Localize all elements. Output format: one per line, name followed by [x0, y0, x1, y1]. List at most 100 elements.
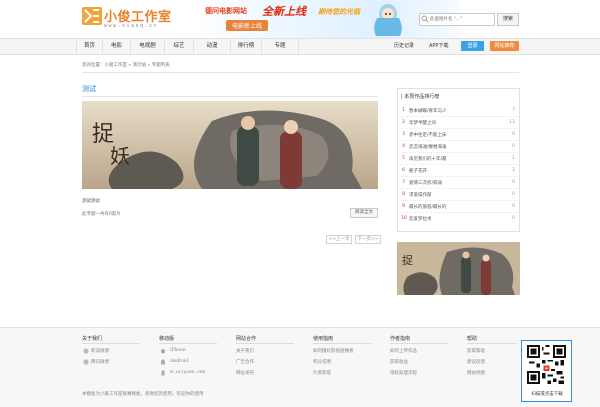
ranking-title-link[interactable]: 栀子花开 — [409, 168, 427, 174]
footer-link-iphone[interactable]: iPhone — [170, 348, 186, 353]
android-icon — [161, 359, 165, 365]
footer-heading-partnership: 网站合作 — [236, 336, 257, 342]
ranking-number: 10 — [401, 216, 407, 221]
ranking-score: 1 — [512, 156, 515, 161]
footer-link-guide-1[interactable]: 如何摄好影视盗播者 — [313, 348, 354, 354]
qr-caption: 扫描或点击下载 — [531, 392, 563, 397]
ranking-number: 2 — [402, 120, 405, 125]
ranking-score: 2 — [512, 168, 515, 173]
ranking-score: 0 — [512, 144, 515, 149]
ranking-score: 0 — [512, 216, 515, 221]
ranking-title-link[interactable]: 再见我们的十年/最 — [409, 156, 447, 162]
footer-link-android[interactable]: Android — [170, 359, 188, 364]
footer-link-feedback[interactable]: 建议反馈 — [467, 359, 485, 365]
nav-app-download-link[interactable]: APP下载 — [429, 38, 448, 55]
breadcrumb-divider — [82, 72, 519, 73]
ranking-number: 4 — [402, 144, 405, 149]
banner-character-image — [374, 4, 402, 36]
topic-description: 测试测试 — [82, 199, 100, 204]
banner-text-launch: 全新上线 — [262, 5, 306, 18]
footer-heading-guide: 使用指南 — [313, 336, 334, 342]
ranking-title-link[interactable]: 华梦半醒之间 — [409, 120, 436, 126]
nav-item-movie[interactable]: 电影 — [103, 38, 131, 55]
footer-divider — [390, 343, 448, 344]
footer-divider — [313, 343, 371, 344]
ranking-number: 6 — [402, 168, 405, 173]
logo-icon[interactable] — [82, 7, 102, 25]
ranking-score: 0 — [512, 132, 515, 137]
ranking-title-link[interactable]: 赤中住定/不能上床 — [409, 132, 447, 138]
ranking-row[interactable]: 3 赤中住定/不能上床 0 — [399, 129, 518, 141]
ranking-row[interactable]: 5 再见我们的十年/最 1 — [399, 153, 518, 165]
ranking-row[interactable]: 10 恋爱罗拉术 0 — [399, 213, 518, 225]
ranking-row[interactable]: 2 华梦半醒之间 13 — [399, 117, 518, 129]
footer-heading-help: 帮助 — [467, 336, 478, 342]
ranking-row[interactable]: 9 最长的旅程/最长的 0 — [399, 201, 518, 213]
ranking-title-link[interactable]: 爱情三次折/病弱 — [409, 180, 442, 186]
ranking-number: 1 — [402, 108, 405, 113]
svg-text:妖: 妖 — [110, 144, 130, 168]
footer-link-get-help[interactable]: 获取帮助 — [467, 348, 485, 354]
apple-icon — [161, 349, 165, 354]
read-all-button[interactable]: 阅读全文 — [350, 208, 378, 218]
copyright-text: 本模板为小俊工作室联赛模板，感谢您的使用。欢迎你的使用 — [82, 392, 204, 397]
nav-item-variety[interactable]: 综艺 — [165, 38, 194, 55]
footer-link-source[interactable]: 片源获取 — [313, 370, 331, 376]
topic-poster-image[interactable]: 捉 妖 — [82, 101, 378, 189]
nav-item-ranking[interactable]: 排行榜 — [231, 38, 262, 55]
tencent-weibo-icon — [83, 359, 89, 365]
next-page-button[interactable]: 下一页>> — [355, 235, 381, 244]
footer-link-sina-weibo[interactable]: 新浪微博 — [91, 348, 109, 354]
footer-heading-about: 关于我们 — [82, 336, 103, 342]
nav-item-tv[interactable]: 电视剧 — [131, 38, 165, 55]
ranking-row[interactable]: 4 恋恋海滩/缠缠海滩 0 — [399, 141, 518, 153]
topic-divider — [82, 96, 378, 97]
ranking-title-link[interactable]: 恋恋海滩/缠缠海滩 — [409, 144, 447, 150]
weibo-icon — [83, 348, 89, 354]
footer-heading-author: 作者指南 — [390, 336, 411, 342]
banner-text-site: 德问电影网站 — [205, 7, 247, 15]
footer-divider — [236, 343, 294, 344]
ranking-title: | 本周作品排行榜 — [401, 94, 440, 100]
ranking-row[interactable]: 1 暂本蝴蝶/青年与少 7 — [399, 105, 518, 117]
ranking-title-link[interactable]: 最长的旅程/最长的 — [409, 204, 447, 210]
ranking-score: 0 — [512, 204, 515, 209]
footer-link-ad-partnership[interactable]: 广告合作 — [236, 359, 254, 365]
ranking-title-link[interactable]: 恋爱罗拉术 — [409, 216, 432, 222]
footer-link-upload[interactable]: 如何上传作品 — [390, 348, 417, 354]
search-button[interactable]: 搜索 — [497, 13, 519, 26]
footer-divider — [159, 343, 217, 344]
ranking-score: 7 — [512, 108, 515, 113]
footer-link-tencent-weibo[interactable]: 腾讯微博 — [91, 359, 109, 365]
svg-text:捉: 捉 — [402, 253, 413, 267]
footer-link-sitemap[interactable]: 网站地图 — [467, 370, 485, 376]
ranking-score: 13 — [509, 120, 515, 125]
ranking-row[interactable]: 7 爱情三次折/病弱 0 — [399, 177, 518, 189]
ranking-score: 0 — [512, 192, 515, 197]
search-input[interactable] — [430, 14, 494, 25]
ranking-number: 3 — [402, 132, 405, 137]
footer-divider — [82, 343, 140, 344]
login-button[interactable]: 登录 — [461, 41, 484, 51]
ranking-row[interactable]: 8 求爱操作部 0 — [399, 189, 518, 201]
footer-link-submit-site[interactable]: 网址发布 — [236, 370, 254, 376]
footer-link-mobile-site[interactable]: m.xxiyuan.com — [170, 370, 205, 375]
footer-link-copyright[interactable]: 侵权处理流程 — [390, 370, 417, 376]
footer-link-points[interactable]: 积分说明 — [313, 359, 331, 365]
search-icon — [421, 15, 429, 23]
sidebar-poster-image[interactable]: 捉 — [397, 242, 520, 295]
nav-item-anime[interactable]: 动漫 — [194, 38, 231, 55]
nav-item-home[interactable]: 首页 — [76, 38, 103, 55]
ranking-title-link[interactable]: 求爱操作部 — [409, 192, 432, 198]
ranking-score: 0 — [512, 180, 515, 185]
footer-link-about-us[interactable]: 关于我们 — [236, 348, 254, 354]
prev-page-button[interactable]: <<上一页 — [326, 235, 352, 244]
footer-link-earnings[interactable]: 获取收益 — [390, 359, 408, 365]
nav-history-link[interactable]: 历史记录 — [394, 38, 414, 55]
nav-item-topics[interactable]: 专题 — [262, 38, 299, 55]
site-recommend-button[interactable]: 网站推荐 — [490, 41, 519, 51]
ranking-title-link[interactable]: 暂本蝴蝶/青年与少 — [409, 108, 447, 114]
breadcrumb[interactable]: 您的位置：小俊工作室 » 演示站 » 专题列表 — [82, 62, 170, 68]
ranking-row[interactable]: 6 栀子花开 2 — [399, 165, 518, 177]
qr-code-image[interactable] — [527, 345, 566, 384]
